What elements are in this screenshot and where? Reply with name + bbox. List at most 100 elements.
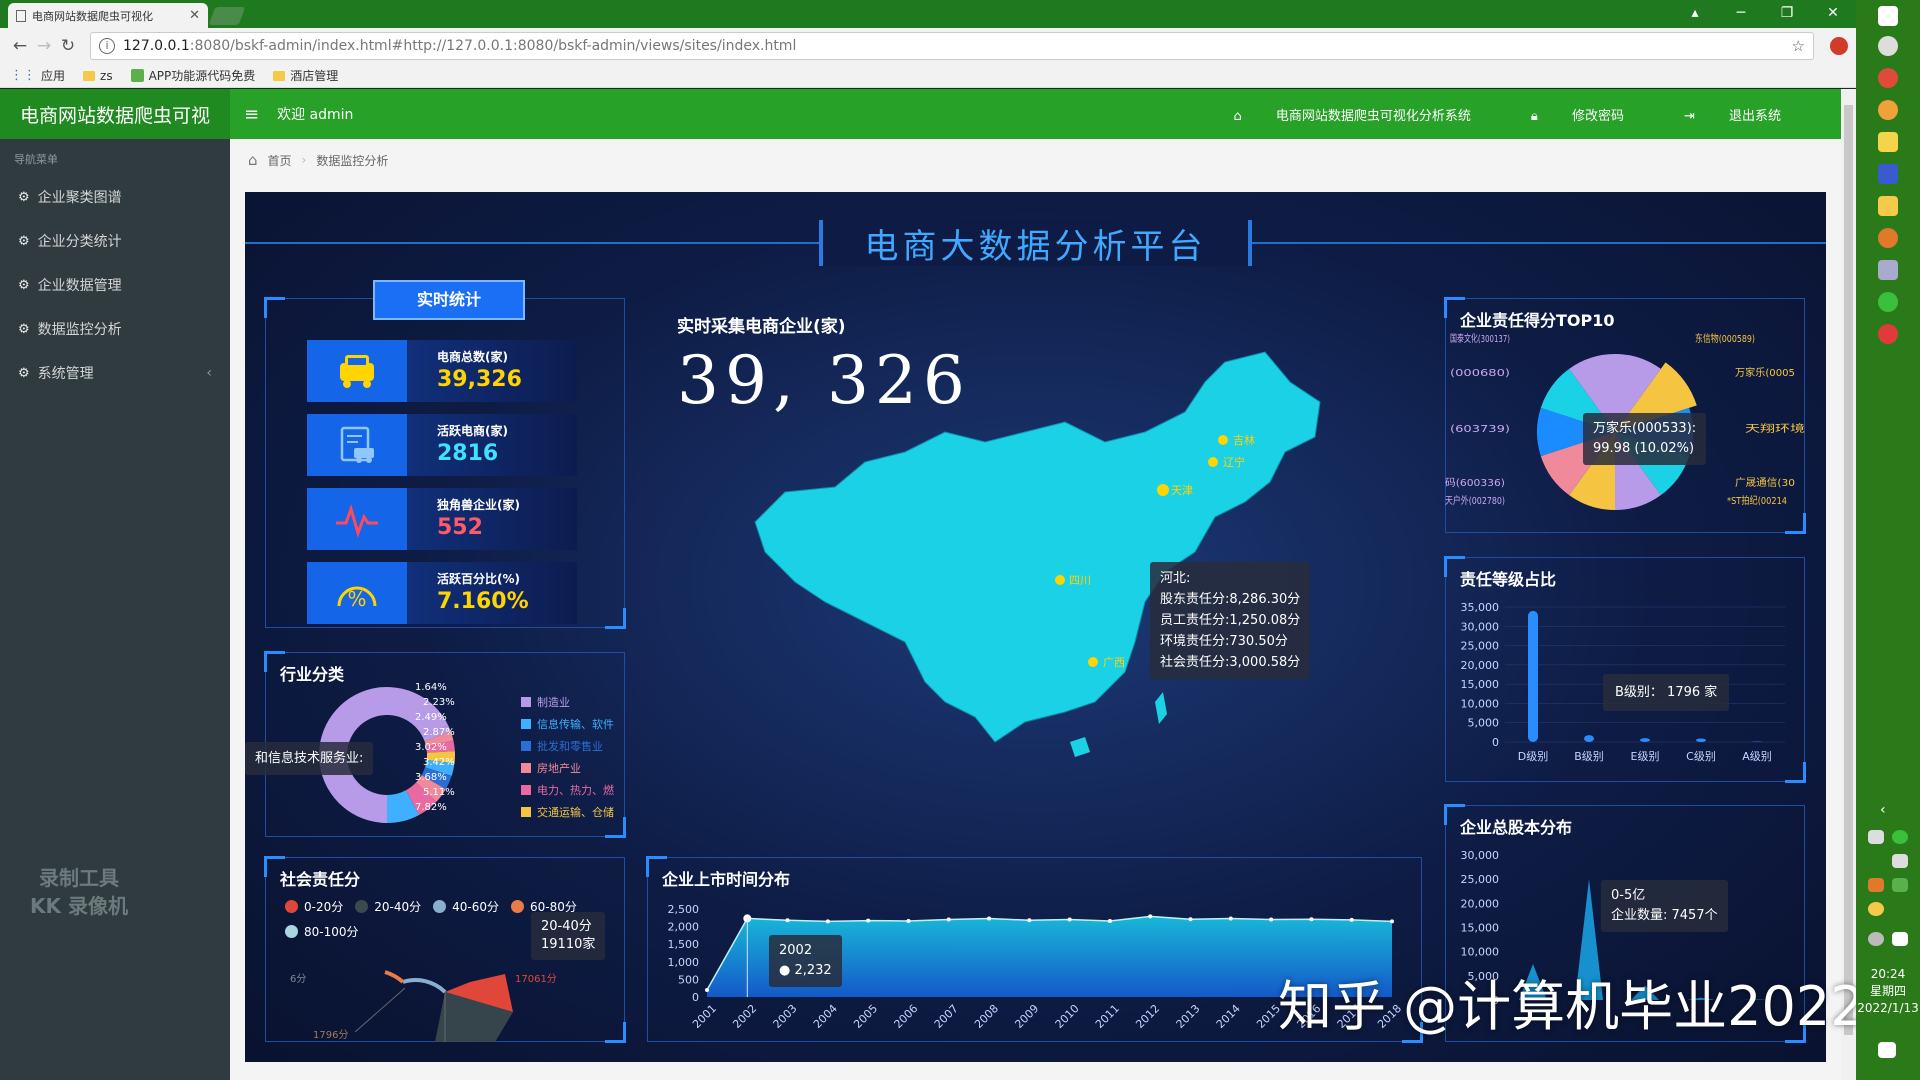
reload-icon[interactable]: ↻ [56, 36, 80, 56]
bookmark-apps[interactable]: ⋮⋮ 应用 [10, 67, 65, 84]
sidebar-item-classify[interactable]: ⚙ 企业分类统计 [0, 219, 230, 263]
volume-icon[interactable] [1892, 854, 1908, 868]
data-point [1349, 917, 1354, 922]
y-tick-label: 0 [1492, 736, 1499, 749]
data-point [705, 987, 709, 992]
legend-item[interactable]: 电力、热力、燃 [521, 782, 625, 798]
slice-label: 2.23% [423, 697, 455, 708]
forward-icon[interactable]: → [32, 36, 56, 56]
breadcrumb-current: 数据监控分析 [316, 153, 389, 168]
tray-app-icon[interactable] [1892, 932, 1908, 946]
city-label: 天津 [1171, 484, 1193, 497]
map-tooltip: 河北: 股东责任分:8,286.30分 员工责任分:1,250.08分 环境责任… [1150, 562, 1311, 679]
x-tick-label: A级别 [1742, 750, 1772, 763]
network-icon[interactable] [1868, 830, 1884, 844]
legend-item[interactable]: 0-20分 [285, 898, 343, 915]
taskbar-clock[interactable]: 20:24 星期四 2022/1/13 [1856, 966, 1920, 1017]
data-point [1148, 914, 1153, 919]
restore-icon[interactable]: ❐ [1764, 0, 1810, 28]
address-bar[interactable]: i 127.0.0.1 :8080/bskf-admin/index.html#… [90, 32, 1814, 60]
system-home-link[interactable]: ⌂ 电商网站数据爬虫可视化分析系统 [1233, 105, 1500, 124]
bar [1696, 738, 1706, 742]
breadcrumb-home[interactable]: 首页 [268, 152, 292, 169]
close-window-icon[interactable]: ✕ [1810, 0, 1856, 28]
logout-link[interactable]: ⇥ 退出系统 [1684, 105, 1811, 124]
chrome-icon[interactable] [1878, 100, 1898, 120]
legend-item[interactable]: 40-60分 [433, 898, 499, 915]
bookmark-app-source[interactable]: APP功能源代码免费 [130, 67, 255, 84]
chrome-icon[interactable] [1878, 68, 1898, 88]
pie-label: (000680) [1450, 368, 1510, 379]
grade-tooltip: B级别： 1796 家 [1603, 674, 1730, 711]
sidebar-item-monitor[interactable]: ⚙ 数据监控分析 [0, 307, 230, 351]
x-tick-label: 2003 [771, 1002, 800, 1031]
top10-tooltip: 万家乐(000533): 99.98 (10.02%) [1583, 413, 1707, 465]
tray-app-icon[interactable] [1868, 932, 1884, 946]
stat-label: 活跃百分比(%) [437, 572, 520, 586]
bookmark-site-icon [130, 69, 144, 82]
stat-active-percent: % 活跃百分比(%) 7.160% [307, 562, 577, 624]
extension-icon[interactable] [1830, 37, 1848, 55]
legend-item[interactable]: 房地产业 [521, 760, 625, 776]
sidebar-item-data-manage[interactable]: ⚙ 企业数据管理 [0, 263, 230, 307]
x-tick-label: C级别 [1686, 750, 1716, 763]
monitor-icon[interactable] [1878, 260, 1898, 280]
realtime-button[interactable]: 实时统计 [373, 280, 525, 320]
city-label: 广西 [1103, 656, 1125, 669]
scrollbar-thumb[interactable] [1844, 105, 1853, 1035]
tab-close-icon[interactable]: ✕ [189, 8, 200, 23]
home-icon[interactable]: ⌂ [248, 151, 258, 169]
tray-app-icon[interactable] [1868, 902, 1884, 916]
pie-label: 国泰文化(300137) [1450, 332, 1510, 345]
sidebar-item-system[interactable]: ⚙ 系统管理 ‹ [0, 351, 230, 395]
bookmark-hotel[interactable]: 酒店管理 [273, 67, 338, 84]
shield-icon[interactable] [1892, 878, 1908, 892]
y-tick-label: 5,000 [1468, 717, 1500, 730]
pinwheel-icon[interactable] [1878, 36, 1898, 56]
legend-item[interactable]: 信息传输、软件 [521, 716, 625, 732]
breadcrumb: ⌂ 首页 › 数据监控分析 [230, 139, 1841, 181]
notification-icon[interactable] [1878, 1042, 1896, 1058]
social-rose-chart[interactable]: 6分 1796分 17061分 [285, 952, 615, 1042]
y-tick-label: 20,000 [1461, 897, 1500, 910]
x-tick-label: 2011 [1093, 1002, 1122, 1031]
sidebar-item-cluster[interactable]: ⚙ 企业聚类图谱 [0, 175, 230, 219]
info-icon[interactable]: i [99, 38, 115, 54]
pie-label: *ST拍纪(00214 [1727, 494, 1787, 507]
x-tick-label: B级别 [1574, 750, 1604, 763]
pie-label: 天户外(002780) [1445, 494, 1505, 507]
legend-item[interactable]: 批发和零售业 [521, 738, 625, 754]
notes-icon[interactable] [1878, 132, 1898, 152]
legend-item[interactable]: 制造业 [521, 694, 625, 710]
stat-value: 552 [437, 515, 483, 540]
windows-start-icon[interactable] [1878, 6, 1898, 26]
bookmark-star-icon[interactable]: ☆ [1792, 37, 1805, 55]
app-icon[interactable] [1878, 164, 1898, 184]
tray-app-icon[interactable] [1868, 878, 1884, 892]
folder-icon[interactable] [1878, 196, 1898, 216]
change-password-link[interactable]: 🔒︎ 修改密码 [1531, 105, 1654, 124]
back-icon[interactable]: ← [8, 36, 32, 56]
app-icon[interactable] [1878, 324, 1898, 344]
data-point [1067, 917, 1072, 922]
svg-text:%: % [347, 587, 366, 611]
welcome-text: 欢迎 admin [277, 107, 354, 123]
wechat-tray-icon[interactable] [1892, 830, 1908, 844]
wechat-icon[interactable] [1878, 292, 1898, 312]
pie-label: 东信物(000589) [1695, 332, 1755, 345]
app-icon[interactable] [1878, 228, 1898, 248]
user-icon[interactable]: ▴ [1672, 0, 1718, 28]
tray-expand-icon[interactable]: ‹ [1880, 802, 1886, 818]
legend-item[interactable]: 交通运输、仓储 [521, 804, 625, 820]
y-tick-label: 30,000 [1461, 849, 1500, 862]
y-tick-label: 10,000 [1461, 697, 1500, 710]
app-logo[interactable]: 电商网站数据爬虫可视 [0, 89, 230, 139]
new-tab-button[interactable] [208, 7, 246, 25]
minimize-icon[interactable]: ─ [1718, 0, 1764, 28]
legend-item[interactable]: 80-100分 [285, 923, 359, 940]
menu-toggle-icon[interactable]: ≡ [244, 104, 259, 125]
browser-tab[interactable]: 电商网站数据爬虫可视化 ✕ [8, 3, 208, 28]
legend-item[interactable]: 20-40分 [355, 898, 421, 915]
industry-tooltip: 和信息技术服务业: [245, 742, 374, 775]
bookmark-zs[interactable]: zs [83, 69, 113, 83]
